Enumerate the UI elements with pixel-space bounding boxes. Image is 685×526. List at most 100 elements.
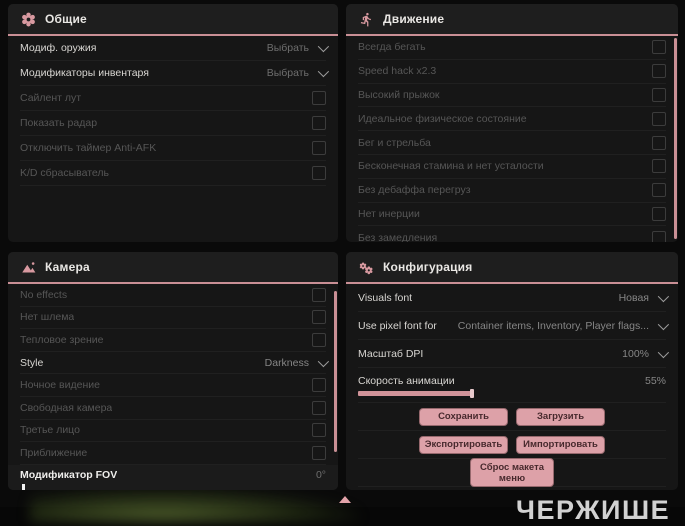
export-button[interactable]: Экспортировать (419, 435, 508, 454)
config-buttons-row-1: Сохранить Загрузить (358, 403, 666, 431)
setting-label: Без замедления (358, 231, 438, 242)
animation-speed-slider[interactable] (358, 388, 666, 398)
config-buttons-row-3: Сброс макета меню (358, 458, 666, 487)
setting-row-no-overload-debuff[interactable]: Без дебаффа перегруз (358, 179, 666, 203)
checkbox[interactable] (652, 159, 666, 174)
panel-general-header[interactable]: Общие (8, 4, 338, 36)
dropdown[interactable]: Новая (618, 290, 670, 304)
setting-label: Модификаторы инвентаря (20, 67, 149, 79)
checkbox[interactable] (312, 166, 326, 180)
fov-slider[interactable] (20, 483, 326, 490)
setting-row-zoom[interactable]: Приближение (20, 442, 326, 465)
setting-row-thermal-vision[interactable]: Тепловое зрение (20, 329, 326, 352)
setting-row-dpi-scale[interactable]: Масштаб DPI 100% (358, 340, 670, 368)
dropdown-value: Выбрать (266, 67, 309, 79)
slider-fill (358, 390, 472, 396)
chevron-down-icon (317, 40, 330, 53)
checkbox[interactable] (312, 332, 326, 347)
setting-row-speed-hack[interactable]: Speed hack x2.3 (358, 60, 666, 84)
setting-row-style[interactable]: Style Darkness (20, 352, 330, 375)
dropdown-value: Новая (618, 291, 649, 304)
dropdown[interactable]: 100% (622, 346, 670, 360)
setting-row-run-and-shoot[interactable]: Бег и стрельба (358, 131, 666, 155)
setting-row-no-slowdown[interactable]: Без замедления (358, 226, 666, 242)
setting-label: Идеальное физическое состояние (358, 112, 527, 125)
dropdown[interactable]: Выбрать (266, 40, 330, 54)
scrollbar[interactable] (674, 38, 677, 239)
checkbox[interactable] (312, 423, 326, 438)
checkbox[interactable] (312, 310, 326, 325)
slider-handle[interactable] (22, 483, 25, 490)
setting-row-perfect-condition[interactable]: Идеальное физическое состояние (358, 107, 666, 132)
save-button[interactable]: Сохранить (419, 407, 508, 426)
setting-row-always-run[interactable]: Всегда бегать (358, 36, 666, 60)
dropdown[interactable]: Container items, Inventory, Player flags… (458, 318, 670, 332)
setting-label: Приближение (20, 446, 88, 459)
checkbox[interactable] (312, 116, 326, 130)
game-background-glow (30, 487, 360, 521)
setting-label: Бег и стрельба (358, 136, 431, 149)
setting-label: Тепловое зрение (20, 333, 104, 346)
setting-label: Модиф. оружия (20, 42, 97, 54)
setting-row-anti-afk[interactable]: Отключить таймер Anti-AFK (20, 136, 326, 161)
checkbox[interactable] (312, 141, 326, 155)
panel-config-header[interactable]: Конфигурация (346, 252, 678, 284)
setting-label: Нет инерции (358, 207, 420, 220)
setting-row-no-effects[interactable]: No effects (20, 284, 326, 307)
setting-row-fov-modifier[interactable]: Модификатор FOV 0° (8, 464, 338, 490)
checkbox[interactable] (312, 378, 326, 393)
checkbox[interactable] (312, 91, 326, 105)
setting-row-pixel-font[interactable]: Use pixel font for Container items, Inve… (358, 312, 670, 340)
setting-row-infinite-stamina[interactable]: Бесконечная стамина и нет усталости (358, 155, 666, 179)
setting-row-third-person[interactable]: Третье лицо (20, 420, 326, 443)
checkbox[interactable] (652, 111, 666, 126)
checkbox[interactable] (312, 445, 326, 460)
dropdown[interactable]: Darkness (265, 355, 330, 369)
scrollbar[interactable] (334, 291, 337, 452)
setting-row-visuals-font[interactable]: Visuals font Новая (358, 284, 670, 312)
import-button[interactable]: Импортировать (516, 435, 605, 454)
setting-row-no-helmet[interactable]: Нет шлема (20, 307, 326, 330)
checkbox[interactable] (652, 87, 666, 102)
app-background: Общие Модиф. оружия Выбрать Модификаторы… (0, 0, 685, 525)
panel-movement-header[interactable]: Движение (346, 4, 678, 36)
panel-camera-header[interactable]: Камера (8, 252, 338, 284)
setting-row-high-jump[interactable]: Высокий прыжок (358, 84, 666, 108)
gear-icon (21, 12, 36, 27)
reset-menu-layout-button[interactable]: Сброс макета меню (470, 458, 554, 487)
setting-label: Высокий прыжок (358, 88, 440, 101)
panel-movement: Движение Всегда бегать Speed hack x2.3 В… (346, 4, 678, 242)
setting-label: Бесконечная стамина и нет усталости (358, 160, 544, 173)
setting-row-no-inertia[interactable]: Нет инерции (358, 203, 666, 227)
setting-label: Visuals font (358, 291, 413, 304)
slider-handle[interactable] (469, 388, 474, 398)
setting-label: Модификатор FOV (20, 468, 118, 481)
setting-row-kd-reset[interactable]: K/D сбрасыватель (20, 161, 326, 186)
setting-label: Всегда бегать (358, 41, 426, 54)
checkbox[interactable] (652, 183, 666, 198)
setting-row-silent-loot[interactable]: Сайлент лут (20, 86, 326, 111)
checkbox[interactable] (652, 64, 666, 79)
checkbox[interactable] (652, 40, 666, 55)
checkbox[interactable] (312, 400, 326, 415)
setting-row-free-camera[interactable]: Свободная камера (20, 397, 326, 420)
checkbox[interactable] (312, 287, 326, 302)
setting-row-inventory-mods[interactable]: Модификаторы инвентаря Выбрать (20, 61, 330, 86)
panel-title: Конфигурация (383, 260, 473, 274)
dropdown-value: Выбрать (266, 42, 309, 54)
load-button[interactable]: Загрузить (516, 407, 605, 426)
setting-label: Скорость анимации (358, 374, 455, 387)
dropdown[interactable]: Выбрать (266, 65, 330, 79)
checkbox[interactable] (652, 230, 666, 242)
setting-row-weapon-mod[interactable]: Модиф. оружия Выбрать (20, 36, 330, 61)
panel-camera: Камера No effects Нет шлема Тепловое зре… (8, 252, 338, 490)
slider-value: 0° (315, 468, 326, 481)
slider-value: 55% (644, 374, 666, 387)
setting-row-show-radar[interactable]: Показать радар (20, 111, 326, 136)
setting-row-night-vision[interactable]: Ночное видение (20, 374, 326, 397)
checkbox[interactable] (652, 135, 666, 150)
setting-row-animation-speed[interactable]: Скорость анимации 55% (358, 368, 666, 403)
panel-config: Конфигурация Visuals font Новая Use pixe… (346, 252, 678, 490)
checkbox[interactable] (652, 206, 666, 221)
config-buttons-row-2: Экспортировать Импортировать (358, 431, 666, 459)
